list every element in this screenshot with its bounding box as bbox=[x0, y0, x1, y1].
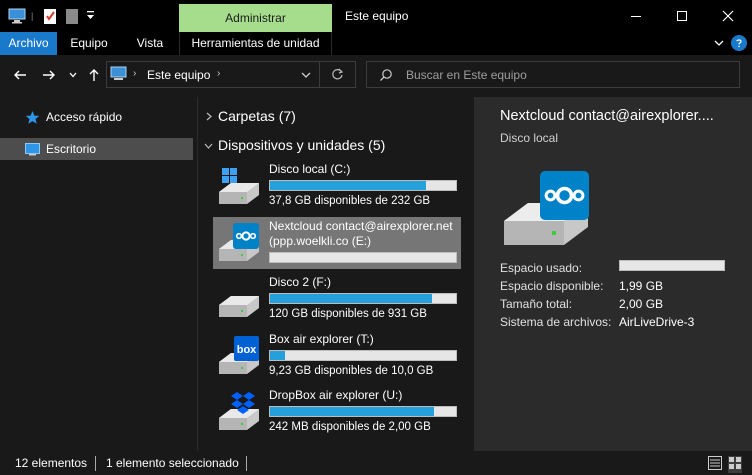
drive-usage-bar bbox=[269, 350, 457, 361]
prop-value-tamano-total: 2,00 GB bbox=[619, 297, 664, 311]
title-bar: | Administrar Este equipo bbox=[0, 0, 752, 32]
navigation-pane: Acceso rápido Escritorio bbox=[0, 97, 197, 451]
drive-name: Disco local (C:) bbox=[269, 162, 351, 176]
drive-free-space: 9,23 GB disponibles de 10,0 GB bbox=[269, 365, 434, 377]
drive-free-space: 242 MB disponibles de 2,00 GB bbox=[269, 421, 431, 433]
details-view-icon[interactable] bbox=[708, 456, 722, 473]
properties-icon[interactable] bbox=[42, 7, 58, 25]
details-pane: Nextcloud contact@airexplorer.... Disco … bbox=[474, 97, 752, 451]
address-bar[interactable]: › Este equipo › bbox=[106, 61, 356, 88]
chevron-down-icon[interactable] bbox=[198, 141, 218, 150]
details-title: Nextcloud contact@airexplorer.... bbox=[500, 108, 714, 124]
ribbon-tabs: Archivo Equipo Vista Herramientas de uni… bbox=[0, 32, 752, 55]
group-label: Dispositivos y unidades (5) bbox=[218, 137, 386, 153]
drive-name: Nextcloud contact@airexplorer.net bbox=[269, 219, 453, 233]
drive-item-f[interactable]: Disco 2 (F:) 120 GB disponibles de 931 G… bbox=[213, 273, 461, 325]
drive-usage-bar bbox=[269, 252, 457, 263]
group-dispositivos[interactable]: Dispositivos y unidades (5) bbox=[198, 134, 385, 156]
computer-icon[interactable] bbox=[8, 7, 26, 25]
recent-locations-chevron-icon[interactable] bbox=[66, 65, 80, 85]
details-subtitle: Disco local bbox=[500, 131, 559, 145]
tab-archivo[interactable]: Archivo bbox=[0, 32, 57, 55]
separator-icon: | bbox=[31, 11, 34, 21]
new-folder-icon[interactable] bbox=[65, 7, 79, 25]
drive-free-space: 37,8 GB disponibles de 232 GB bbox=[269, 195, 431, 207]
minimize-icon[interactable] bbox=[613, 0, 659, 32]
window-title: Este equipo bbox=[345, 9, 409, 23]
drive-usage-bar bbox=[269, 406, 457, 417]
help-icon[interactable] bbox=[731, 35, 747, 51]
box-drive-icon: box bbox=[216, 336, 262, 376]
drive-item-e[interactable]: Nextcloud contact@airexplorer.net (ppp.w… bbox=[213, 217, 461, 269]
prop-value-sistema-archivos: AirLiveDrive-3 bbox=[619, 315, 695, 329]
forward-arrow-icon[interactable] bbox=[38, 65, 60, 85]
prop-value-espacio-disponible: 1,99 GB bbox=[619, 279, 664, 293]
status-item-count: 12 elementos bbox=[15, 456, 88, 470]
breadcrumb-chevron-icon[interactable]: › bbox=[217, 68, 220, 79]
content-pane: Carpetas (7) Dispositivos y unidades (5)… bbox=[198, 97, 474, 451]
drive-name: Box air explorer (T:) bbox=[269, 332, 374, 346]
details-usage-bar bbox=[619, 260, 725, 271]
sidebar-item-label: Acceso rápido bbox=[46, 110, 123, 124]
tab-vista[interactable]: Vista bbox=[121, 32, 179, 55]
prop-label-tamano-total: Tamaño total: bbox=[500, 297, 573, 311]
address-dropdown-icon[interactable] bbox=[301, 69, 311, 83]
drive-free-space: 120 GB disponibles de 931 GB bbox=[269, 308, 427, 320]
sidebar-item-escritorio[interactable]: Escritorio bbox=[0, 138, 193, 160]
breadcrumb-este-equipo[interactable]: Este equipo bbox=[147, 68, 210, 82]
tab-herramientas-de-unidad[interactable]: Herramientas de unidad bbox=[179, 32, 332, 55]
prop-label-espacio-disponible: Espacio disponible: bbox=[500, 279, 604, 293]
context-tab-administrar[interactable]: Administrar bbox=[179, 4, 332, 32]
status-divider bbox=[246, 456, 247, 471]
search-icon bbox=[379, 68, 393, 85]
sidebar-item-acceso-rapido[interactable]: Acceso rápido bbox=[0, 106, 193, 128]
drive-item-c[interactable]: Disco local (C:) 37,8 GB disponibles de … bbox=[213, 160, 461, 212]
dropbox-drive-icon bbox=[216, 392, 262, 432]
nextcloud-drive-icon bbox=[216, 223, 262, 263]
drive-icon bbox=[216, 279, 262, 319]
status-bar: 12 elementos 1 elemento seleccionado bbox=[0, 451, 752, 475]
large-icons-view-icon[interactable] bbox=[728, 456, 742, 473]
drive-usage-bar bbox=[269, 293, 457, 304]
refresh-icon[interactable] bbox=[331, 68, 344, 84]
prop-label-espacio-usado: Espacio usado: bbox=[500, 261, 583, 275]
drive-usage-bar bbox=[269, 180, 457, 191]
drive-name-line2: (ppp.woelkli.co (E:) bbox=[269, 234, 372, 248]
star-icon bbox=[0, 110, 46, 125]
customize-quick-access-icon[interactable] bbox=[86, 9, 95, 27]
drive-item-t[interactable]: box Box air explorer (T:) 9,23 GB dispon… bbox=[213, 330, 461, 382]
status-selection: 1 elemento seleccionado bbox=[106, 456, 239, 470]
close-icon[interactable] bbox=[705, 0, 751, 32]
svg-text:box: box bbox=[237, 344, 257, 356]
maximize-icon[interactable] bbox=[659, 0, 705, 32]
nextcloud-drive-icon bbox=[500, 169, 592, 252]
address-divider bbox=[319, 62, 320, 87]
desktop-icon bbox=[0, 142, 46, 156]
status-divider bbox=[95, 456, 96, 471]
group-label: Carpetas (7) bbox=[218, 108, 296, 124]
drive-name: DropBox air explorer (U:) bbox=[269, 388, 403, 402]
group-carpetas[interactable]: Carpetas (7) bbox=[198, 105, 296, 127]
prop-label-sistema-archivos: Sistema de archivos: bbox=[500, 315, 612, 329]
search-box[interactable]: Buscar en Este equipo bbox=[366, 61, 740, 88]
breadcrumb-chevron-icon[interactable]: › bbox=[133, 68, 136, 79]
chevron-right-icon[interactable] bbox=[198, 112, 218, 121]
sidebar-item-label: Escritorio bbox=[46, 142, 97, 156]
drive-item-u[interactable]: DropBox air explorer (U:) 242 MB disponi… bbox=[213, 386, 461, 438]
windows-drive-icon bbox=[216, 166, 262, 206]
drive-name: Disco 2 (F:) bbox=[269, 275, 332, 289]
chevron-down-icon[interactable] bbox=[713, 37, 725, 52]
back-arrow-icon[interactable] bbox=[9, 65, 31, 85]
search-placeholder: Buscar en Este equipo bbox=[406, 68, 527, 82]
tab-equipo[interactable]: Equipo bbox=[57, 32, 121, 55]
computer-icon bbox=[110, 66, 127, 85]
up-arrow-icon[interactable] bbox=[84, 65, 104, 85]
